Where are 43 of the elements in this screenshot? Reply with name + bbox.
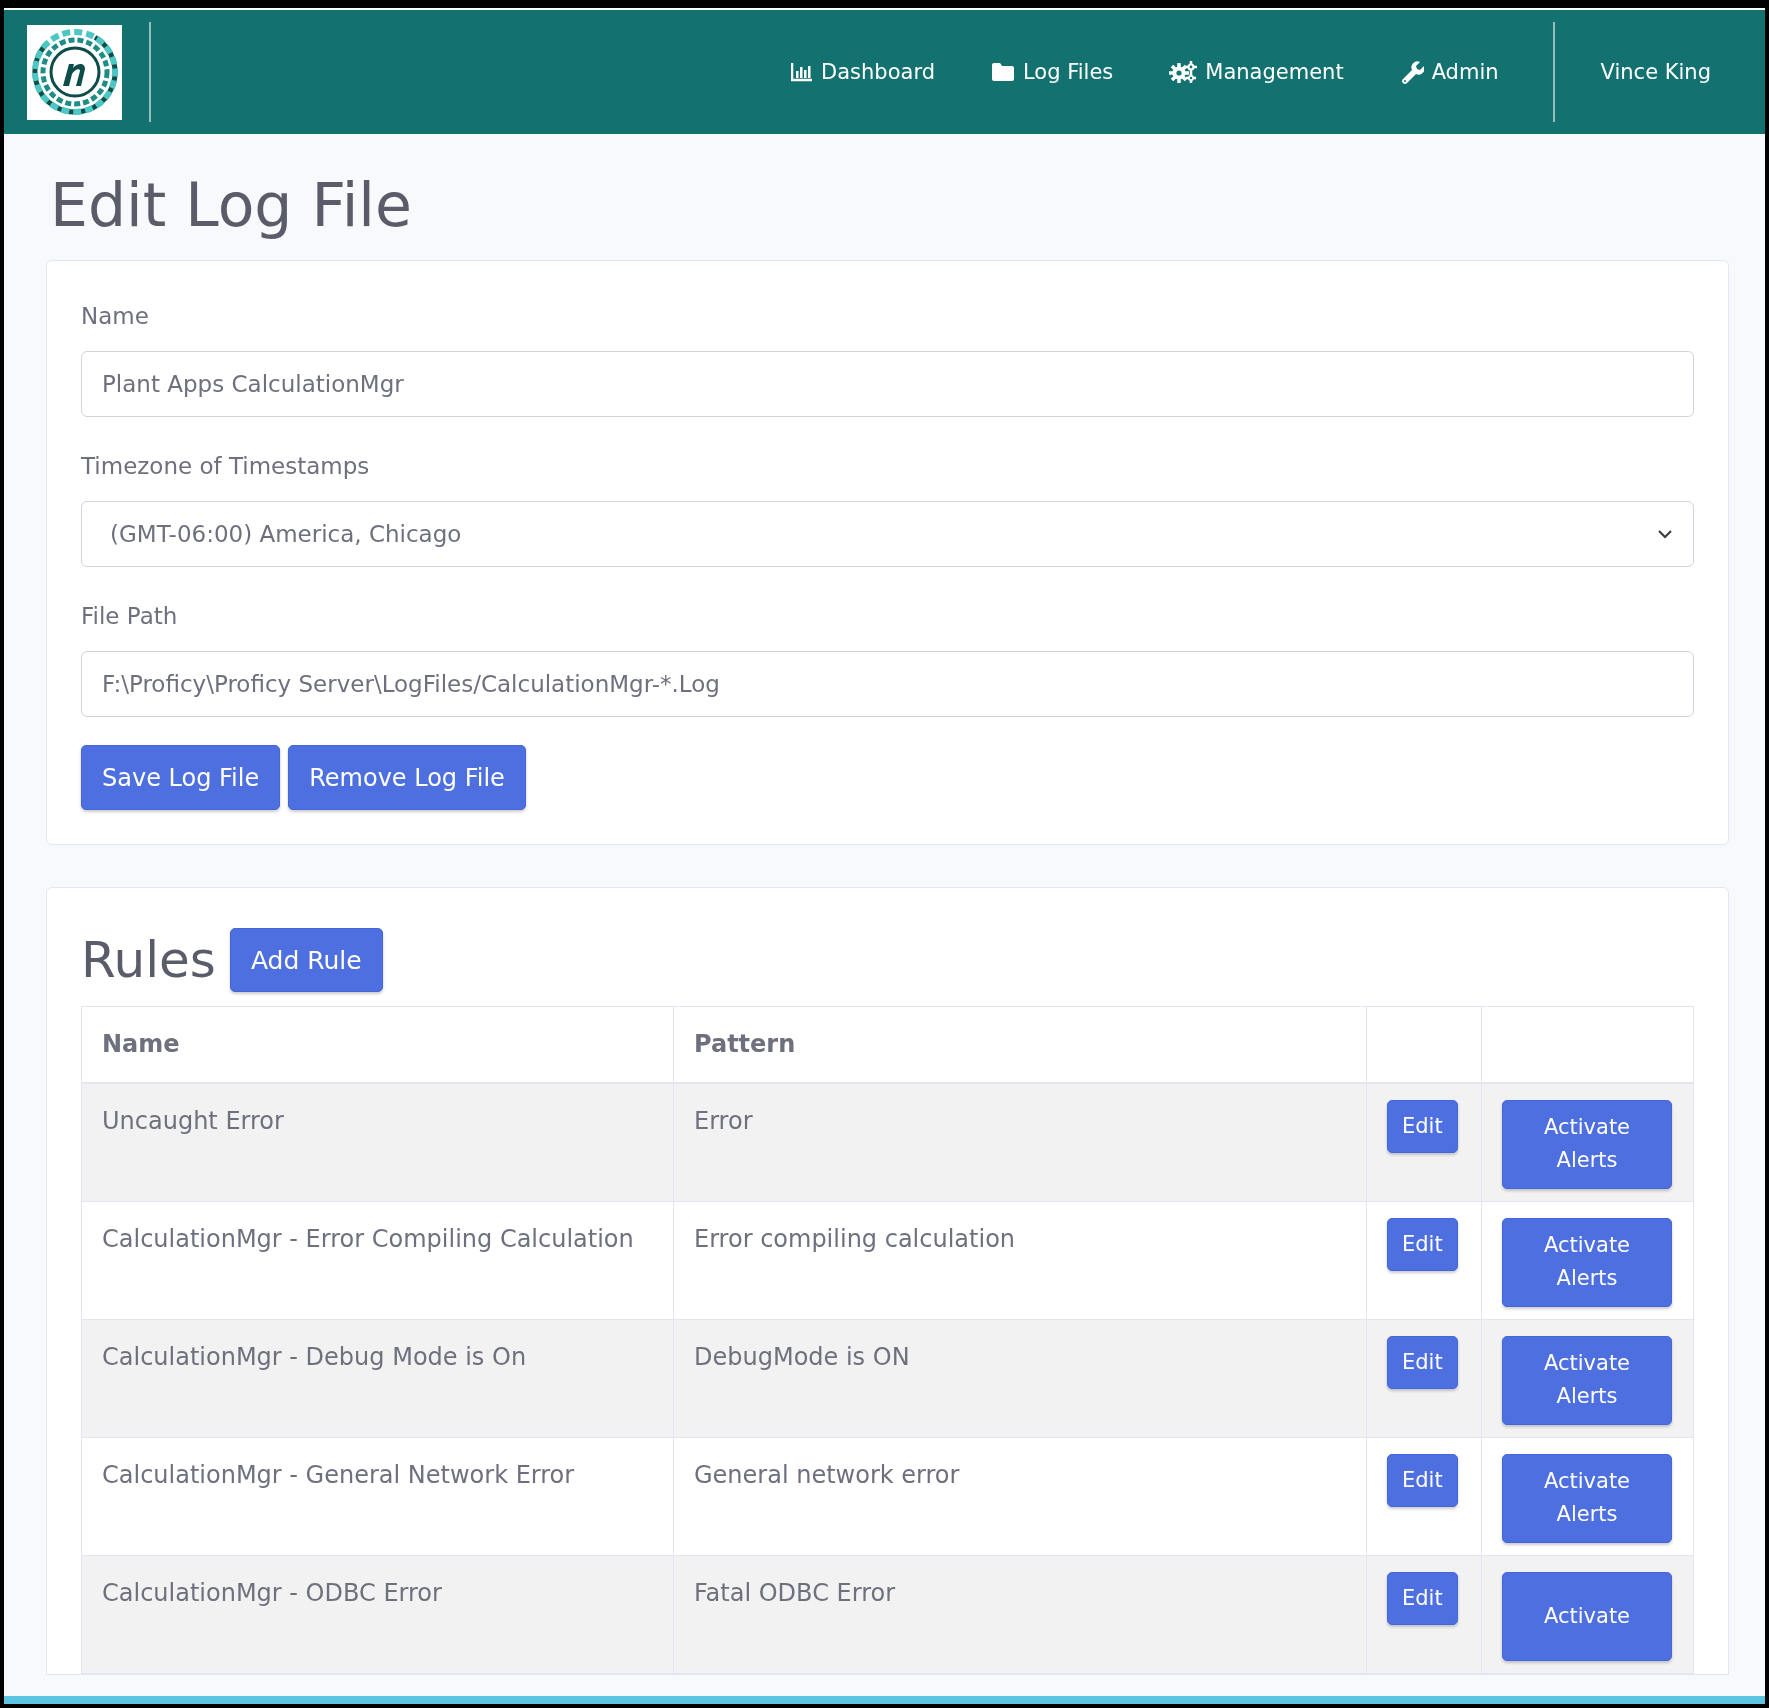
text-field[interactable]: Plant Apps CalculationMgr bbox=[81, 351, 1694, 417]
nav-link[interactable]: Admin bbox=[1399, 52, 1499, 92]
wrench-icon bbox=[1399, 60, 1424, 84]
edit-button[interactable]: Edit bbox=[1387, 1335, 1458, 1389]
chevron-down-icon bbox=[1657, 529, 1673, 539]
nav-link[interactable]: Log Files bbox=[991, 52, 1114, 92]
rule-pattern: DebugMode is ON bbox=[694, 1342, 910, 1371]
column-header: Name bbox=[102, 1030, 180, 1059]
add-rule-button[interactable]: Add Rule bbox=[229, 928, 383, 992]
field-label: File Path bbox=[81, 602, 179, 631]
activate-alerts-button[interactable]: Activate bbox=[1502, 1571, 1672, 1661]
rule-name: CalculationMgr - General Network Error bbox=[102, 1460, 575, 1489]
activate-alerts-button[interactable]: Activate Alerts bbox=[1502, 1453, 1672, 1543]
bar-chart-icon bbox=[791, 62, 814, 82]
rule-name: CalculationMgr - ODBC Error bbox=[102, 1578, 442, 1607]
text-field[interactable]: F:\Proficy\Proficy Server\LogFiles/CalculationMgr-*.Log bbox=[81, 651, 1694, 717]
edit-button[interactable]: Edit bbox=[1387, 1453, 1458, 1507]
field-label: Name bbox=[81, 302, 150, 331]
remove-button[interactable]: Remove Log File bbox=[288, 745, 526, 810]
edit-button[interactable]: Edit bbox=[1387, 1099, 1458, 1153]
page-title: Edit Log File bbox=[50, 169, 413, 242]
rule-pattern: Error bbox=[694, 1106, 753, 1135]
folder-icon bbox=[991, 62, 1015, 82]
activate-alerts-button[interactable]: Activate Alerts bbox=[1502, 1099, 1672, 1189]
user-menu-link[interactable]: Vince King bbox=[1600, 52, 1711, 92]
edit-button[interactable]: Edit bbox=[1387, 1217, 1458, 1271]
rule-name: CalculationMgr - Debug Mode is On bbox=[102, 1342, 527, 1371]
gears-icon bbox=[1169, 61, 1198, 83]
activate-alerts-button[interactable]: Activate Alerts bbox=[1502, 1335, 1672, 1425]
activate-alerts-button[interactable]: Activate Alerts bbox=[1502, 1217, 1672, 1307]
rule-name: Uncaught Error bbox=[102, 1106, 284, 1135]
rule-pattern: Error compiling calculation bbox=[694, 1224, 1016, 1253]
section-heading: Rules bbox=[81, 930, 216, 990]
rule-name: CalculationMgr - Error Compiling Calculation bbox=[102, 1224, 634, 1253]
nav-link[interactable]: Dashboard bbox=[791, 52, 935, 92]
nav-link[interactable]: Management bbox=[1169, 52, 1344, 92]
save-button[interactable]: Save Log File bbox=[81, 745, 281, 810]
timezone-dropdown[interactable]: (GMT-06:00) America, Chicago bbox=[81, 501, 1694, 567]
edit-button[interactable]: Edit bbox=[1387, 1571, 1458, 1625]
field-label: Timezone of Timestamps bbox=[81, 452, 371, 481]
rule-pattern: General network error bbox=[694, 1460, 960, 1489]
rule-pattern: Fatal ODBC Error bbox=[694, 1578, 896, 1607]
column-header: Pattern bbox=[694, 1030, 796, 1059]
